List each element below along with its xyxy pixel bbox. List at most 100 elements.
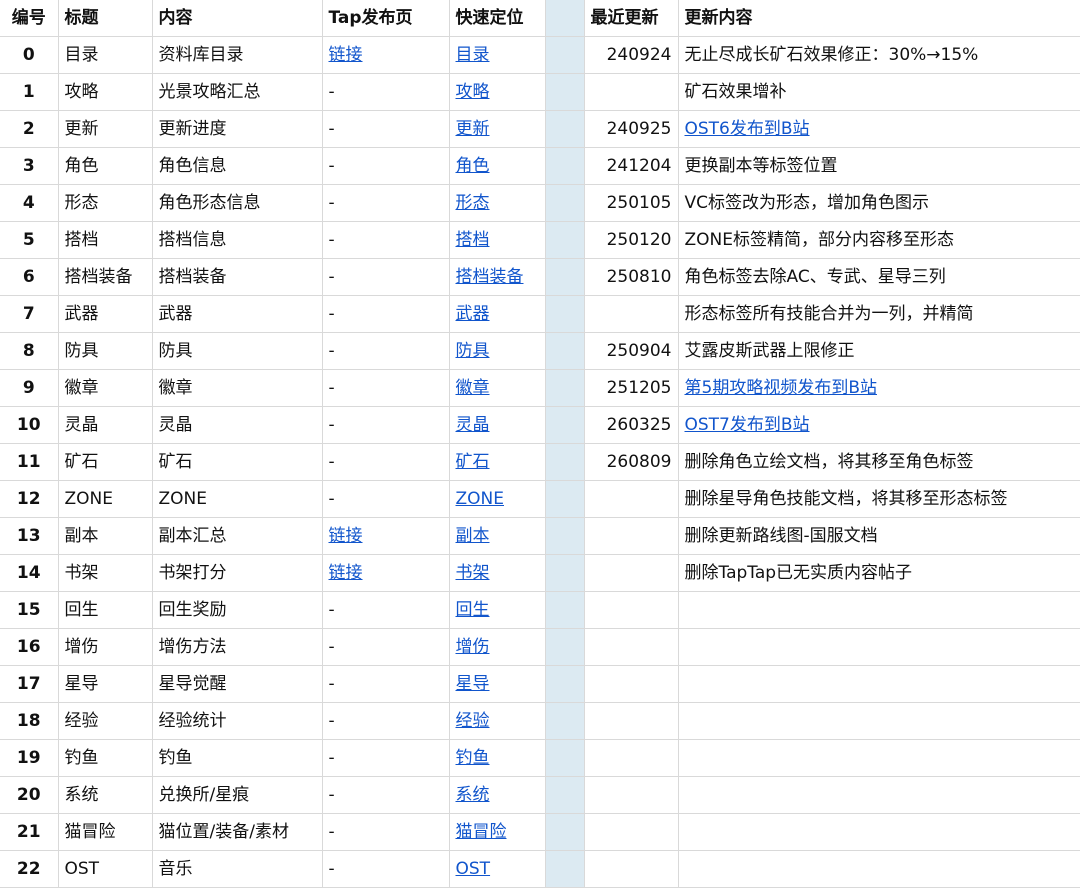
gap-column-cell[interactable] — [545, 0, 585, 37]
cell-title[interactable]: 搭档装备 — [58, 258, 153, 296]
cell-tap[interactable]: - — [322, 332, 450, 370]
gap-column-cell[interactable] — [545, 258, 585, 296]
cell-num[interactable]: 16 — [0, 628, 59, 666]
cell-note[interactable] — [678, 665, 1080, 703]
header-content[interactable]: 内容 — [152, 0, 323, 37]
cell-quick[interactable]: 防具 — [449, 332, 546, 370]
cell-note[interactable]: 形态标签所有技能合并为一列，并精简 — [678, 295, 1080, 333]
gap-column-cell[interactable] — [545, 406, 585, 444]
cell-date[interactable] — [584, 665, 679, 703]
cell-content[interactable]: ZONE — [152, 480, 323, 518]
cell-title[interactable]: 增伤 — [58, 628, 153, 666]
cell-title[interactable]: 回生 — [58, 591, 153, 629]
cell-quick-link[interactable]: 书架 — [456, 563, 490, 583]
gap-column-cell[interactable] — [545, 850, 585, 888]
cell-quick[interactable]: 副本 — [449, 517, 546, 555]
cell-num[interactable]: 15 — [0, 591, 59, 629]
cell-content[interactable]: 经验统计 — [152, 702, 323, 740]
cell-note[interactable]: ZONE标签精简，部分内容移至形态 — [678, 221, 1080, 259]
cell-tap[interactable]: - — [322, 369, 450, 407]
cell-tap[interactable]: - — [322, 850, 450, 888]
gap-column-cell[interactable] — [545, 147, 585, 185]
header-recent[interactable]: 最近更新 — [584, 0, 679, 37]
cell-note[interactable]: 更换副本等标签位置 — [678, 147, 1080, 185]
cell-title[interactable]: 星导 — [58, 665, 153, 703]
gap-column-cell[interactable] — [545, 332, 585, 370]
cell-content[interactable]: 搭档装备 — [152, 258, 323, 296]
cell-quick-link[interactable]: 回生 — [456, 600, 490, 620]
cell-title[interactable]: 灵晶 — [58, 406, 153, 444]
cell-title[interactable]: 武器 — [58, 295, 153, 333]
cell-content[interactable]: 回生奖励 — [152, 591, 323, 629]
cell-quick[interactable]: 搭档装备 — [449, 258, 546, 296]
cell-date[interactable]: 240925 — [584, 110, 679, 148]
cell-note[interactable]: 艾露皮斯武器上限修正 — [678, 332, 1080, 370]
cell-quick-link[interactable]: 灵晶 — [456, 415, 490, 435]
cell-title[interactable]: 徽章 — [58, 369, 153, 407]
cell-content[interactable]: 光景攻略汇总 — [152, 73, 323, 111]
cell-note[interactable]: 角色标签去除AC、专武、星导三列 — [678, 258, 1080, 296]
cell-date[interactable]: 250120 — [584, 221, 679, 259]
cell-tap[interactable]: - — [322, 147, 450, 185]
cell-note[interactable]: 矿石效果增补 — [678, 73, 1080, 111]
cell-date[interactable] — [584, 480, 679, 518]
header-quick[interactable]: 快速定位 — [449, 0, 546, 37]
cell-quick-link[interactable]: 星导 — [456, 674, 490, 694]
cell-tap[interactable]: - — [322, 258, 450, 296]
cell-quick-link[interactable]: 更新 — [456, 119, 490, 139]
cell-content[interactable]: 角色信息 — [152, 147, 323, 185]
cell-content[interactable]: 矿石 — [152, 443, 323, 481]
cell-tap[interactable]: - — [322, 406, 450, 444]
cell-tap[interactable]: 链接 — [322, 36, 450, 74]
cell-note[interactable]: VC标签改为形态，增加角色图示 — [678, 184, 1080, 222]
gap-column-cell[interactable] — [545, 221, 585, 259]
cell-tap[interactable]: - — [322, 776, 450, 814]
cell-quick-link[interactable]: 形态 — [456, 193, 490, 213]
cell-title[interactable]: OST — [58, 850, 153, 888]
cell-quick[interactable]: 搭档 — [449, 221, 546, 259]
cell-num[interactable]: 4 — [0, 184, 59, 222]
cell-note-link[interactable]: OST7发布到B站 — [685, 415, 810, 435]
cell-tap[interactable]: - — [322, 665, 450, 703]
cell-quick[interactable]: 星导 — [449, 665, 546, 703]
header-update[interactable]: 更新内容 — [678, 0, 1080, 37]
cell-tap[interactable]: - — [322, 628, 450, 666]
cell-quick-link[interactable]: 猫冒险 — [456, 822, 507, 842]
cell-tap-link[interactable]: 链接 — [329, 45, 363, 65]
cell-content[interactable]: 副本汇总 — [152, 517, 323, 555]
header-tap[interactable]: Tap发布页 — [322, 0, 450, 37]
cell-tap[interactable]: - — [322, 702, 450, 740]
cell-quick[interactable]: 目录 — [449, 36, 546, 74]
cell-num[interactable]: 13 — [0, 517, 59, 555]
cell-num[interactable]: 12 — [0, 480, 59, 518]
cell-note[interactable] — [678, 591, 1080, 629]
cell-tap[interactable]: - — [322, 184, 450, 222]
cell-content[interactable]: 角色形态信息 — [152, 184, 323, 222]
cell-tap[interactable]: - — [322, 443, 450, 481]
cell-quick[interactable]: ZONE — [449, 480, 546, 518]
cell-num[interactable]: 8 — [0, 332, 59, 370]
cell-note[interactable]: 删除更新路线图-国服文档 — [678, 517, 1080, 555]
cell-quick[interactable]: 形态 — [449, 184, 546, 222]
cell-date[interactable] — [584, 739, 679, 777]
cell-num[interactable]: 22 — [0, 850, 59, 888]
cell-quick-link[interactable]: 经验 — [456, 711, 490, 731]
cell-quick[interactable]: 徽章 — [449, 369, 546, 407]
cell-content[interactable]: 兑换所/星痕 — [152, 776, 323, 814]
gap-column-cell[interactable] — [545, 813, 585, 851]
cell-title[interactable]: 书架 — [58, 554, 153, 592]
cell-num[interactable]: 20 — [0, 776, 59, 814]
cell-date[interactable] — [584, 813, 679, 851]
cell-num[interactable]: 6 — [0, 258, 59, 296]
header-title[interactable]: 标题 — [58, 0, 153, 37]
cell-note[interactable]: 删除TapTap已无实质内容帖子 — [678, 554, 1080, 592]
gap-column-cell[interactable] — [545, 184, 585, 222]
cell-quick-link[interactable]: 防具 — [456, 341, 490, 361]
cell-date[interactable]: 250105 — [584, 184, 679, 222]
gap-column-cell[interactable] — [545, 517, 585, 555]
cell-title[interactable]: ZONE — [58, 480, 153, 518]
gap-column-cell[interactable] — [545, 665, 585, 703]
cell-date[interactable]: 250904 — [584, 332, 679, 370]
gap-column-cell[interactable] — [545, 776, 585, 814]
cell-note[interactable]: 删除角色立绘文档，将其移至角色标签 — [678, 443, 1080, 481]
